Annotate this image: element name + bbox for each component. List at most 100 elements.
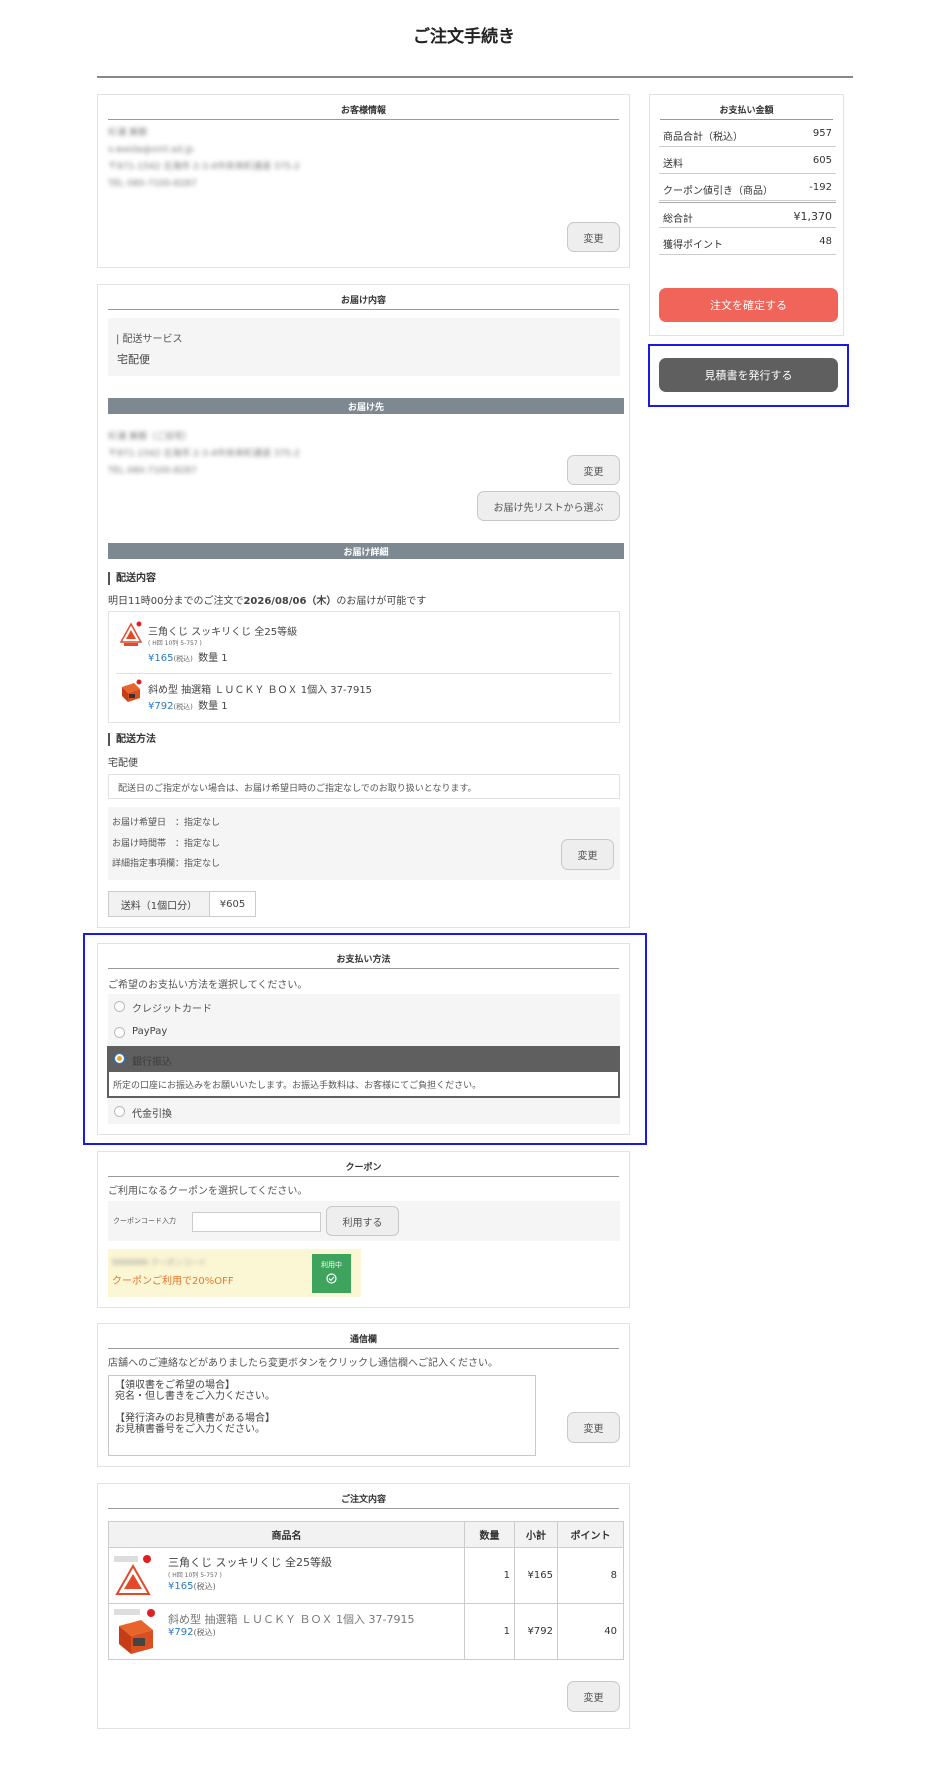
order-row-1-points: 8 <box>557 1547 624 1604</box>
message-prompt: 店舗へのご連絡などがありましたら変更ボタンをクリックし通信欄へご記入ください。 <box>108 1358 498 1369</box>
delivery-item-2-price-line: ¥792(税込) 数量 1 <box>148 697 228 712</box>
customer-panel: お客様情報 杉浦 美樹 s-waida@xml.ad.jp 〒871-1542 … <box>97 94 630 268</box>
order-row-2-tax: (税込) <box>193 1628 216 1637</box>
delivery-method-change-button[interactable]: 変更 <box>561 839 614 870</box>
customer-name: 杉浦 美樹 <box>108 128 147 138</box>
order-row-1-subtotal: ¥165 <box>514 1547 558 1604</box>
coupon-code-input[interactable] <box>192 1212 321 1232</box>
credit-radio[interactable] <box>114 1001 125 1012</box>
summary-points-label: 獲得ポイント <box>663 240 723 251</box>
confirm-order-button[interactable]: 注文を確定する <box>659 288 838 322</box>
destination-list-button[interactable]: お届け先リストから選ぶ <box>477 491 620 521</box>
bank-label: 銀行振込 <box>132 1057 172 1068</box>
message-line-1: 【領収書をご希望の場合】 <box>115 1380 235 1391</box>
order-row-2-qty: 1 <box>464 1603 515 1660</box>
payment-option-credit[interactable]: クレジットカード <box>108 994 620 1019</box>
delivery-item-2-price: ¥792 <box>148 701 174 712</box>
delivery-contents-heading: 配送内容 <box>108 572 156 585</box>
customer-address: 〒871-1542 北海市 2-3-4中央本町通道 375-2 <box>108 162 300 172</box>
order-row-1-name: 三角くじ スッキリくじ 全25等級 <box>168 1556 332 1569</box>
cod-radio[interactable] <box>114 1106 125 1117</box>
delivery-item-1-tax: (税込) <box>173 655 193 663</box>
order-panel-title: ご注文内容 <box>108 1492 619 1509</box>
summary-subtotal-label: 商品合計（税込） <box>663 132 743 143</box>
coupon-discount-text: クーポンご利用で20%OFF <box>112 1276 234 1287</box>
summary-row-points: 獲得ポイント 48 <box>659 229 836 255</box>
delivery-item-2-tax: (税込) <box>173 703 193 711</box>
coupon-panel-title: クーポン <box>108 1160 619 1177</box>
issue-estimate-button[interactable]: 見積書を発行する <box>659 358 838 392</box>
delivery-method-value: 宅配便 <box>108 758 138 769</box>
delivery-item-1-name: 三角くじ スッキリくじ 全25等級 <box>148 627 298 638</box>
payment-option-paypay[interactable]: PayPay <box>108 1019 620 1046</box>
delivery-method-heading: 配送方法 <box>108 733 156 746</box>
payment-panel-title: お支払い方法 <box>108 952 619 969</box>
delivery-service-label: | 配送サービス <box>116 334 183 345</box>
col-header-qty: 数量 <box>464 1521 515 1548</box>
bank-transfer-note: 所定の口座にお振込みをお願いいたします。お振込手数料は、お客様にてご負担ください… <box>113 1081 482 1091</box>
bank-radio-selected[interactable] <box>114 1053 125 1064</box>
message-line-4: お見積書番号をご入力ください。 <box>115 1424 265 1435</box>
order-table: 商品名 数量 小計 ポイント 三角くじ スッキリくじ 全25等級 ( H回 10… <box>108 1521 624 1660</box>
table-row: 斜め型 抽選箱 ＬＵＣＫＹ ＢＯＸ 1個入 37-7915 ¥792(税込) 1… <box>108 1603 624 1660</box>
order-row-1-price-line: ¥165(税込) <box>168 1581 216 1592</box>
payment-option-bank[interactable]: 銀行振込 <box>107 1046 620 1072</box>
destination-bar: お届け先 <box>108 398 624 414</box>
summary-total-value: ¥1,370 <box>793 210 833 223</box>
col-header-points: ポイント <box>557 1521 624 1548</box>
order-table-header: 商品名 数量 小計 ポイント <box>108 1521 624 1548</box>
summary-coupon-value: -192 <box>809 182 832 193</box>
summary-row-coupon: クーポン値引き（商品） -192 <box>659 175 836 201</box>
cod-label: 代金引換 <box>132 1109 172 1120</box>
summary-subtotal-value: 957 <box>812 128 832 139</box>
col-header-subtotal: 小計 <box>514 1521 558 1548</box>
delivery-panel-title: お届け内容 <box>108 293 619 310</box>
destination-address: 〒871-1542 北海市 2-3-4中央本町通道 375-2 <box>108 449 300 459</box>
paypay-radio[interactable] <box>114 1027 125 1038</box>
order-row-2-price-line: ¥792(税込) <box>168 1627 216 1638</box>
delivery-notice: 明日11時00分までのご注文で2026/08/06（木）のお届けが可能です <box>108 592 426 607</box>
delivery-wish-detail: 詳細指定事項欄：指定なし <box>112 859 221 869</box>
order-change-button[interactable]: 変更 <box>567 1681 620 1712</box>
delivery-service-box <box>108 318 620 376</box>
order-row-2-price: ¥792 <box>168 1627 194 1638</box>
delivery-item-1-qty: 数量 1 <box>198 653 228 664</box>
summary-coupon-label: クーポン値引き（商品） <box>663 186 773 197</box>
coupon-in-use-badge[interactable]: 利用中 <box>312 1254 351 1293</box>
customer-change-button[interactable]: 変更 <box>567 222 620 252</box>
table-row: 三角くじ スッキリくじ 全25等級 ( H回 10列 5-757 ) ¥165(… <box>108 1547 624 1604</box>
delivery-method-note: 配送日のご指定がない場合は、お届け希望日時のご指定なしでのお取り扱いとなります。 <box>118 784 477 794</box>
order-row-1-qty: 1 <box>464 1547 515 1604</box>
destination-change-button[interactable]: 変更 <box>567 455 620 485</box>
summary-row-total: 総合計 ¥1,370 <box>659 202 836 228</box>
message-textarea[interactable]: 【領収書をご希望の場合】 宛名・但し書きをご入力ください。 【発行済みのお見積書… <box>108 1375 536 1456</box>
customer-email: s-waida@xml.ad.jp <box>108 145 194 155</box>
order-row-1-tax: (税込) <box>193 1582 216 1591</box>
message-line-3: 【発行済みのお見積書がある場合】 <box>115 1413 275 1424</box>
order-row-1-sub: ( H回 10列 5-757 ) <box>168 1572 222 1579</box>
summary-total-label: 総合計 <box>663 214 693 225</box>
payment-option-cod[interactable]: 代金引換 <box>108 1098 620 1124</box>
triangle-kuji-thumbnail <box>119 621 143 647</box>
delivery-item-1-price-line: ¥165(税込) 数量 1 <box>148 649 228 664</box>
lucky-box-thumbnail <box>120 679 142 703</box>
summary-shipping-label: 送料 <box>663 159 683 170</box>
order-row-1-price: ¥165 <box>168 1581 194 1592</box>
message-change-button[interactable]: 変更 <box>567 1412 620 1443</box>
delivery-notice-post: のお届けが可能です <box>336 596 427 607</box>
coupon-apply-button[interactable]: 利用する <box>326 1206 399 1236</box>
credit-label: クレジットカード <box>132 1004 212 1015</box>
coupon-code-label: クーポンコード入力 <box>113 1217 176 1225</box>
shipping-fee-value: ¥605 <box>219 898 246 910</box>
message-panel-title: 通信欄 <box>108 1332 619 1349</box>
delivery-wish-time: お届け時間帯 ：指定なし <box>112 839 221 849</box>
customer-tel: TEL 080-7100-8287 <box>108 179 197 189</box>
delivery-wish-date: お届け希望日 ：指定なし <box>112 818 221 828</box>
order-row-2-subtotal: ¥792 <box>514 1603 558 1660</box>
col-header-product: 商品名 <box>108 1521 465 1548</box>
destination-name: 杉浦 美樹（ご自宅） <box>108 432 192 442</box>
delivery-item-2-name: 斜め型 抽選箱 ＬＵＣＫＹ ＢＯＸ 1個入 37-7915 <box>148 685 373 696</box>
summary-row-shipping: 送料 605 <box>659 148 836 174</box>
paypay-label: PayPay <box>132 1026 168 1037</box>
delivery-notice-date: 2026/08/06（木） <box>243 596 337 607</box>
